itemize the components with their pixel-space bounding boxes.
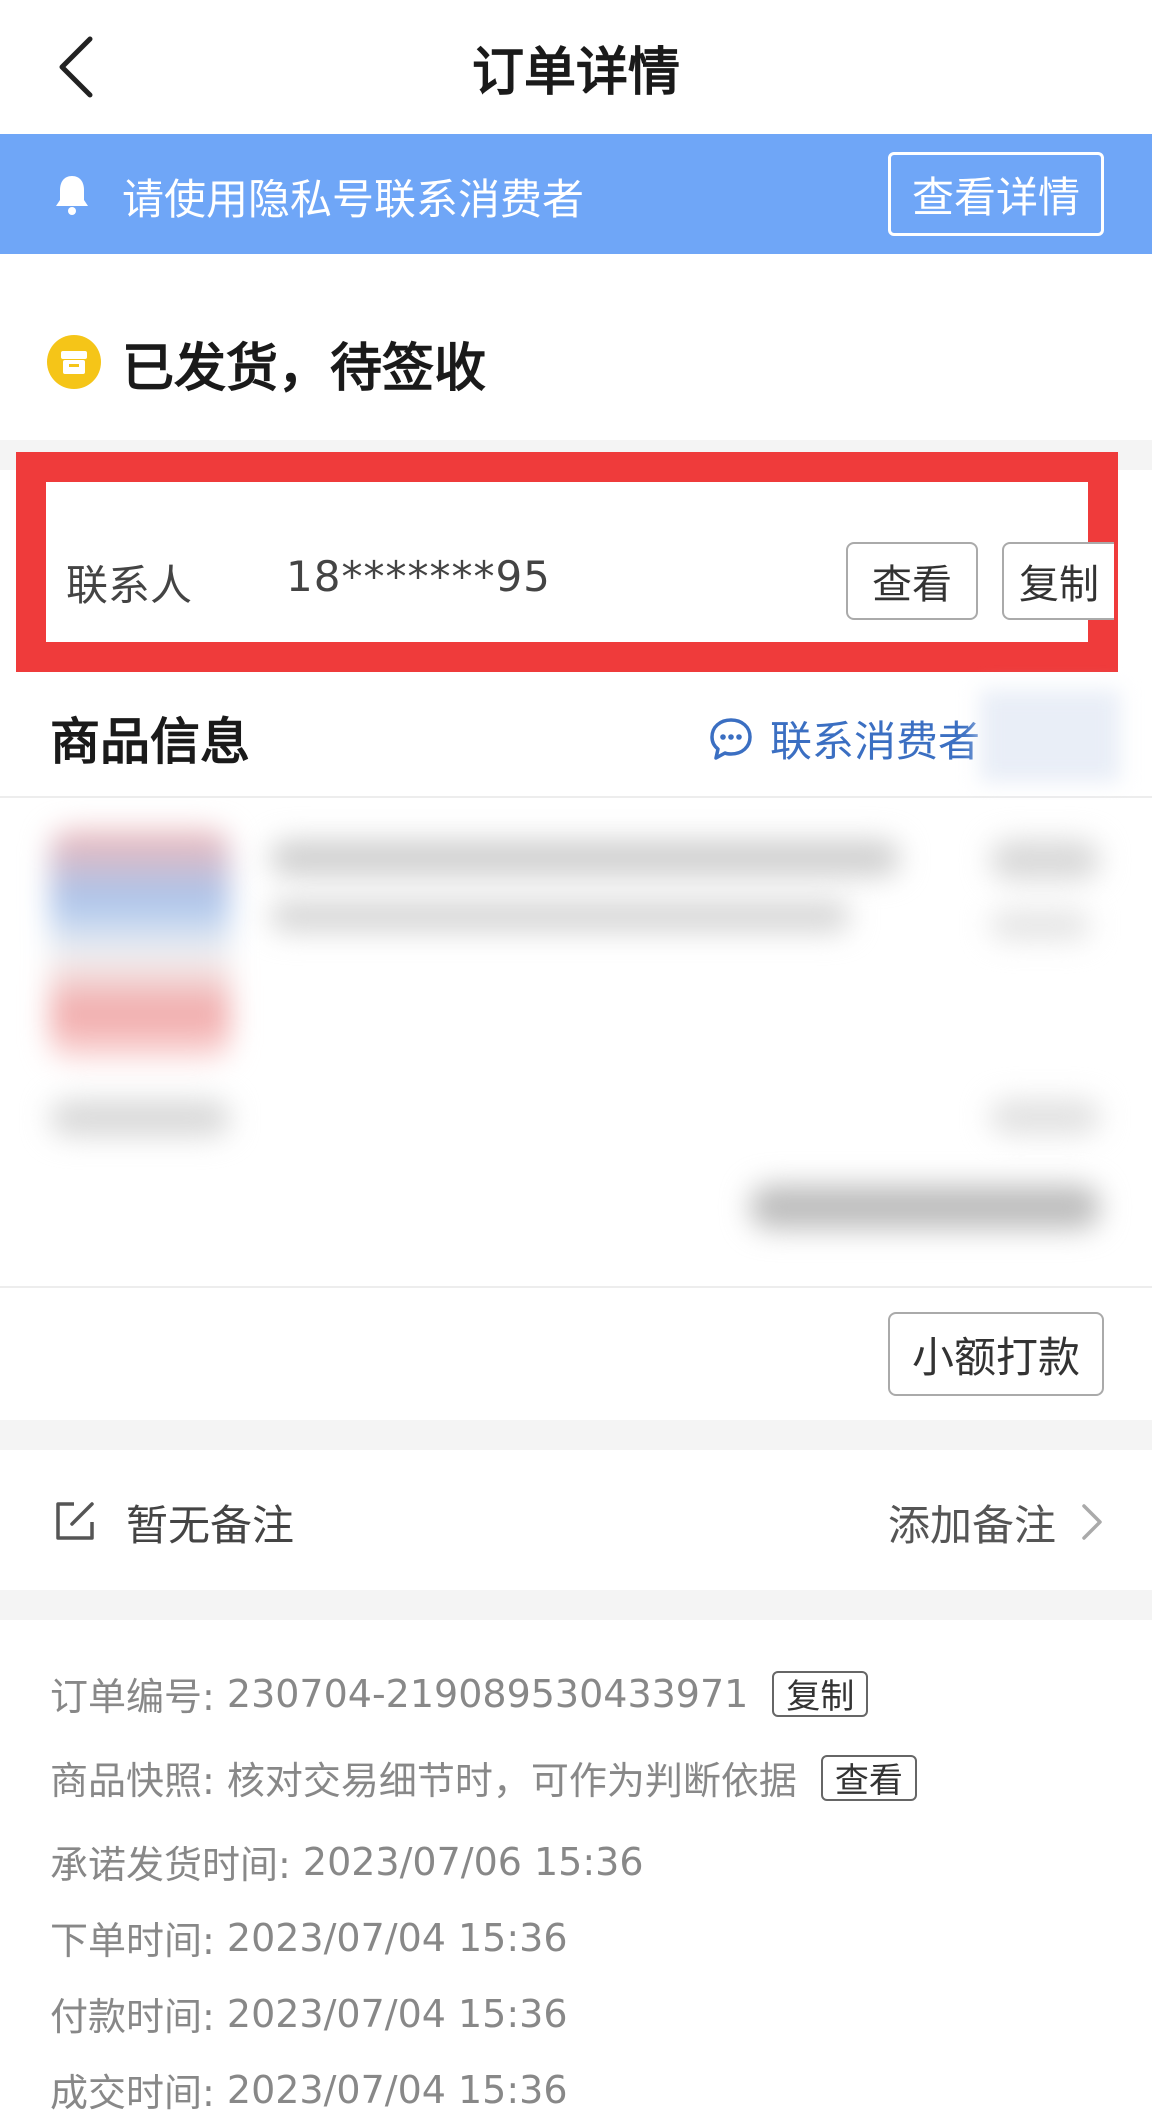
blurred-region bbox=[980, 690, 1120, 782]
edit-icon bbox=[56, 1502, 94, 1540]
notice-text: 请使用隐私号联系消费者 bbox=[122, 175, 585, 224]
page-title: 订单详情 bbox=[471, 43, 680, 103]
product-info-blurred bbox=[0, 800, 1152, 1290]
product-sku-blurred bbox=[50, 1100, 230, 1136]
order-number-label: 订单编号: bbox=[50, 1675, 215, 1719]
product-title-blurred bbox=[270, 900, 850, 932]
contact-row: 联系人 18*******95 查看 复制 bbox=[46, 482, 1114, 642]
copy-order-number-button[interactable]: 复制 bbox=[772, 1670, 869, 1717]
deal-time: 2023/07/04 15:36 bbox=[226, 2067, 568, 2112]
view-details-button[interactable]: 查看详情 bbox=[888, 152, 1104, 236]
snapshot-text: 核对交易细节时，可作为判断依据 bbox=[226, 1759, 797, 1803]
order-time-line: 下单时间: 2023/07/04 15:36 bbox=[50, 1910, 568, 1965]
product-title-blurred bbox=[270, 840, 900, 876]
remark-text: 暂无备注 bbox=[126, 1501, 295, 1550]
view-phone-button[interactable]: 查看 bbox=[846, 542, 978, 620]
view-snapshot-button[interactable]: 查看 bbox=[820, 1754, 917, 1801]
order-time-label: 下单时间: bbox=[50, 1919, 215, 1963]
top-bar: 订单详情 bbox=[0, 0, 1152, 134]
goods-title: 商品信息 bbox=[50, 713, 250, 771]
section-gap bbox=[0, 1420, 1152, 1450]
contact-highlight-box: 联系人 18*******95 查看 复制 bbox=[16, 452, 1118, 672]
order-status: 已发货，待签收 bbox=[0, 254, 1152, 440]
snapshot-label: 商品快照: bbox=[50, 1759, 215, 1803]
package-box-icon bbox=[47, 335, 101, 389]
contact-label: 联系人 bbox=[66, 561, 193, 610]
privacy-notice-banner: 请使用隐私号联系消费者 查看详情 bbox=[0, 134, 1152, 254]
product-total-blurred bbox=[990, 1100, 1100, 1134]
promise-ship-label: 承诺发货时间: bbox=[50, 1843, 291, 1887]
chevron-right-icon bbox=[1082, 1504, 1102, 1540]
bell-icon bbox=[56, 176, 88, 215]
small-transfer-button[interactable]: 小额打款 bbox=[888, 1312, 1104, 1396]
order-time: 2023/07/04 15:36 bbox=[226, 1915, 568, 1960]
remark-row[interactable]: 暂无备注 添加备注 bbox=[0, 1450, 1152, 1590]
contact-consumer-link[interactable]: 联系消费者 bbox=[708, 708, 980, 769]
pay-time: 2023/07/04 15:36 bbox=[226, 1991, 568, 2036]
product-image-blurred bbox=[50, 830, 230, 1060]
status-text: 已发货，待签收 bbox=[122, 339, 487, 399]
add-remark-link[interactable]: 添加备注 bbox=[888, 1492, 1056, 1553]
chat-bubble-icon bbox=[710, 717, 752, 760]
order-info: 订单编号: 230704-219089530433971 复制 商品快照: 核对… bbox=[0, 1620, 1152, 2118]
section-gap bbox=[0, 1590, 1152, 1620]
order-number: 230704-219089530433971 bbox=[226, 1671, 749, 1716]
copy-phone-button[interactable]: 复制 bbox=[1002, 542, 1114, 620]
promise-ship-time-line: 承诺发货时间: 2023/07/06 15:36 bbox=[50, 1834, 644, 1889]
divider bbox=[0, 1286, 1152, 1288]
promise-ship-time: 2023/07/06 15:36 bbox=[302, 1839, 644, 1884]
contact-consumer-label: 联系消费者 bbox=[770, 717, 981, 766]
contact-phone: 18*******95 bbox=[286, 552, 551, 601]
deal-time-label: 成交时间: bbox=[50, 2071, 215, 2115]
snapshot-line: 商品快照: 核对交易细节时，可作为判断依据 查看 bbox=[50, 1750, 917, 1805]
product-amount-blurred bbox=[750, 1185, 1100, 1229]
pay-time-line: 付款时间: 2023/07/04 15:36 bbox=[50, 1986, 568, 2041]
product-qty-blurred bbox=[990, 910, 1090, 940]
order-number-line: 订单编号: 230704-219089530433971 复制 bbox=[50, 1666, 869, 1721]
deal-time-line: 成交时间: 2023/07/04 15:36 bbox=[50, 2062, 568, 2117]
pay-time-label: 付款时间: bbox=[50, 1995, 215, 2039]
product-price-blurred bbox=[990, 840, 1100, 880]
